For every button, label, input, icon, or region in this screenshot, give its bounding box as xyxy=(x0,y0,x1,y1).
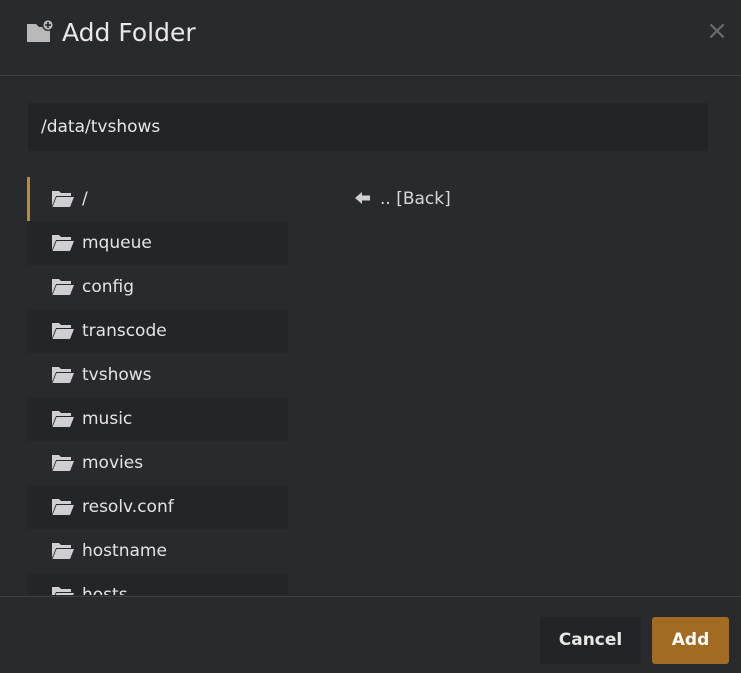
folder-item-label: config xyxy=(82,277,135,297)
folder-list-item[interactable]: tvshows xyxy=(27,353,288,397)
folder-item-label: resolv.conf xyxy=(82,497,174,517)
folder-item-label: movies xyxy=(82,453,144,473)
back-link-label: .. [Back] xyxy=(380,189,451,209)
dialog-footer: Cancel Add xyxy=(0,596,741,673)
folder-item-label: / xyxy=(82,189,88,209)
dialog-title: Add Folder xyxy=(62,18,196,47)
folder-open-icon xyxy=(51,497,75,517)
folder-list-item[interactable]: / xyxy=(27,177,288,221)
folder-item-label: hosts xyxy=(82,585,128,595)
folder-list-item[interactable]: mqueue xyxy=(27,221,288,265)
folder-open-icon xyxy=(51,453,75,473)
folder-list-item[interactable]: movies xyxy=(27,441,288,485)
folder-open-icon xyxy=(51,541,75,561)
folder-item-label: tvshows xyxy=(82,365,152,385)
folder-open-icon xyxy=(51,233,75,253)
folder-open-icon xyxy=(51,277,75,297)
folder-list-item[interactable]: resolv.conf xyxy=(27,485,288,529)
folder-list-item[interactable]: transcode xyxy=(27,309,288,353)
folder-plus-icon xyxy=(26,19,56,49)
folder-open-icon xyxy=(51,585,75,595)
folder-item-label: hostname xyxy=(82,541,167,561)
folder-open-icon xyxy=(51,365,75,385)
folder-open-icon xyxy=(51,409,75,429)
folder-open-icon xyxy=(51,321,75,341)
folder-open-icon xyxy=(51,189,75,209)
add-button[interactable]: Add xyxy=(652,617,729,664)
folder-list-item[interactable]: hostname xyxy=(27,529,288,573)
close-icon[interactable]: × xyxy=(706,18,728,44)
folder-list-item[interactable]: music xyxy=(27,397,288,441)
dialog-header: Add Folder × xyxy=(0,0,741,76)
folder-item-label: music xyxy=(82,409,133,429)
folder-list-item[interactable]: hosts xyxy=(27,573,288,595)
path-input[interactable] xyxy=(28,103,708,151)
arrow-left-icon xyxy=(355,190,371,209)
folder-item-label: mqueue xyxy=(82,233,152,253)
folder-item-label: transcode xyxy=(82,321,167,341)
back-link[interactable]: .. [Back] xyxy=(355,187,451,211)
folder-list-item[interactable]: config xyxy=(27,265,288,309)
folder-list: / mqueue config transcode tvshows music movies… xyxy=(27,177,288,595)
cancel-button[interactable]: Cancel xyxy=(540,617,641,664)
